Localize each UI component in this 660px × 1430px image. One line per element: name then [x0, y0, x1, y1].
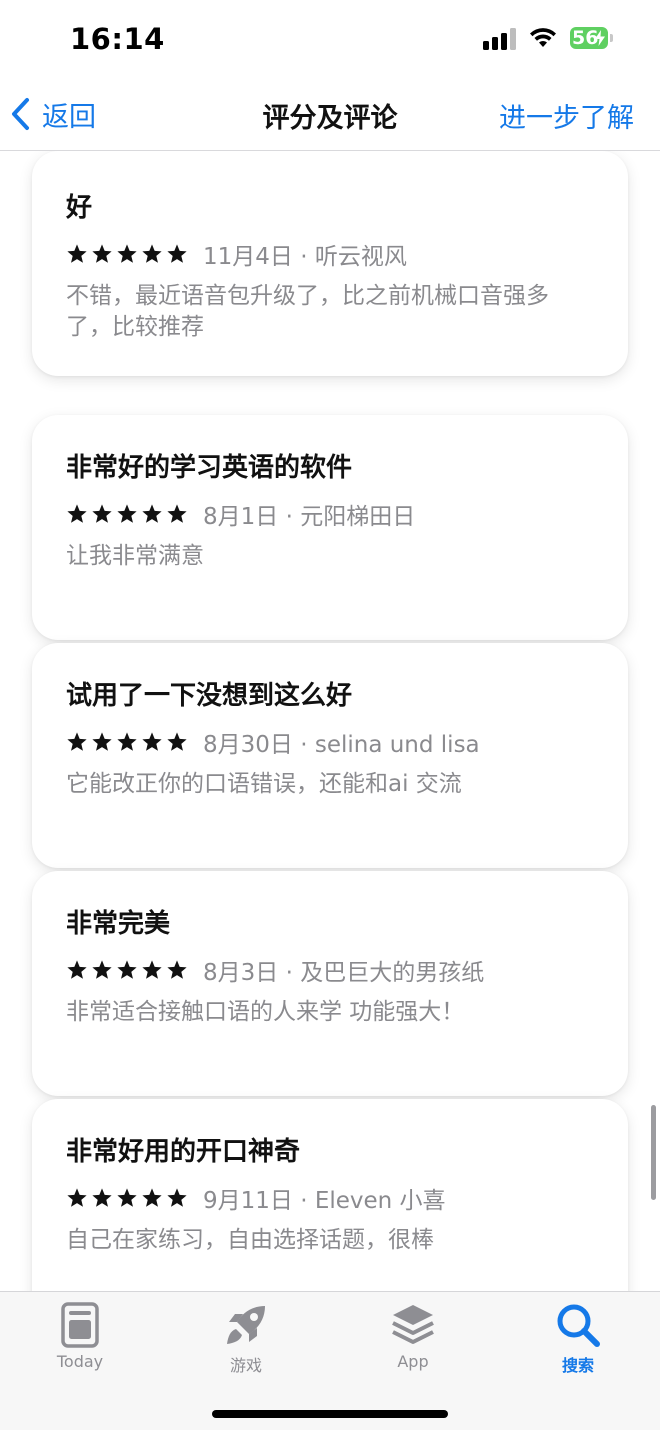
star-icon: [117, 960, 137, 979]
star-rating: [66, 1187, 191, 1209]
review-date-author: 8月30日 · selina und lisa: [203, 732, 480, 758]
tab-today[interactable]: Today: [20, 1302, 140, 1371]
star-icon: [92, 960, 112, 979]
star-icon: [92, 244, 112, 263]
review-body: 自己在家练习，自由选择话题，很棒: [66, 1227, 434, 1253]
status-time: 16:14: [70, 22, 165, 56]
tab-games[interactable]: 游戏: [186, 1302, 306, 1376]
status-bar: 16:14 56: [0, 0, 660, 80]
review-date-author: 8月3日 · 及巴巨大的男孩纸: [203, 960, 485, 986]
star-icon: [117, 732, 137, 751]
review-body: 让我非常满意: [66, 543, 204, 569]
app-stack-icon: [392, 1305, 434, 1344]
review-meta: 8月30日 · selina und lisa: [66, 725, 480, 759]
star-icon: [67, 244, 87, 263]
star-icon: [167, 244, 187, 263]
review-date-author: 8月1日 · 元阳梯田日: [203, 504, 416, 530]
review-meta: 8月1日 · 元阳梯田日: [66, 497, 415, 531]
review-body: 不错，最近语音包升级了，比之前机械口音强多了，比较推荐: [66, 283, 549, 340]
review-body: 它能改正你的口语错误，还能和ai 交流: [66, 771, 462, 797]
battery-icon: 56: [570, 27, 608, 49]
charging-bolt-icon: [595, 30, 605, 46]
star-icon: [167, 960, 187, 979]
tab-label: Today: [56, 1352, 104, 1371]
review-date-author: 11月4日 · 听云视风: [203, 244, 407, 270]
star-icon: [142, 732, 162, 751]
review-title: 好: [66, 193, 93, 223]
reviews-list[interactable]: 好 11月4日 · 听云视风 不错，最近语音包升级了，比之前机械口音强多了，比较…: [0, 151, 660, 1291]
star-icon: [117, 504, 137, 523]
star-icon: [167, 504, 187, 523]
star-icon: [67, 960, 87, 979]
star-rating: [66, 243, 191, 265]
star-rating: [66, 503, 191, 525]
navigation-bar: 返回 评分及评论 进一步了解: [0, 80, 660, 151]
star-icon: [92, 732, 112, 751]
today-icon: [61, 1302, 99, 1348]
wifi-icon: [530, 28, 556, 47]
review-title: 非常好的学习英语的软件: [66, 453, 353, 483]
review-date-author: 9月11日 · Eleven 小喜: [203, 1188, 446, 1214]
star-icon: [117, 244, 137, 263]
tab-label: 搜索: [561, 1356, 594, 1375]
review-meta: 11月4日 · 听云视风: [66, 237, 407, 271]
star-rating: [66, 959, 191, 981]
review-meta: 9月11日 · Eleven 小喜: [66, 1181, 446, 1215]
tab-apps[interactable]: App: [353, 1302, 473, 1371]
star-icon: [92, 504, 112, 523]
review-card[interactable]: 非常好用的开口神奇 9月11日 · Eleven 小喜 自己在家练习，自由选择话…: [32, 1099, 628, 1291]
star-icon: [142, 504, 162, 523]
star-icon: [92, 1188, 112, 1207]
star-icon: [67, 1188, 87, 1207]
star-icon: [67, 732, 87, 751]
review-title: 非常好用的开口神奇: [66, 1137, 301, 1167]
star-icon: [142, 244, 162, 263]
star-icon: [142, 1188, 162, 1207]
tab-label: App: [397, 1352, 429, 1371]
rocket-icon: [227, 1306, 265, 1344]
review-body: 非常适合接触口语的人来学 功能强大！: [66, 999, 465, 1025]
review-title: 试用了一下没想到这么好: [66, 681, 353, 711]
review-card[interactable]: 非常好的学习英语的软件 8月1日 · 元阳梯田日 让我非常满意: [32, 415, 628, 640]
star-icon: [67, 504, 87, 523]
search-icon: [557, 1304, 600, 1347]
review-card[interactable]: 非常完美 8月3日 · 及巴巨大的男孩纸 非常适合接触口语的人来学 功能强大！: [32, 871, 628, 1096]
star-icon: [167, 1188, 187, 1207]
review-card[interactable]: 试用了一下没想到这么好 8月30日 · selina und lisa 它能改正…: [32, 643, 628, 868]
scroll-indicator[interactable]: [651, 1105, 656, 1200]
cellular-signal-icon: [483, 28, 516, 50]
review-meta: 8月3日 · 及巴巨大的男孩纸: [66, 953, 484, 987]
home-indicator[interactable]: [212, 1410, 448, 1418]
review-card[interactable]: 好 11月4日 · 听云视风 不错，最近语音包升级了，比之前机械口音强多了，比较…: [32, 151, 628, 376]
star-icon: [167, 732, 187, 751]
star-icon: [142, 960, 162, 979]
tab-search[interactable]: 搜索: [518, 1302, 638, 1376]
learn-more-link[interactable]: 进一步了解: [499, 96, 634, 135]
battery-cap: [610, 34, 613, 42]
tab-label: 游戏: [229, 1356, 262, 1375]
star-rating: [66, 731, 191, 753]
star-icon: [117, 1188, 137, 1207]
review-title: 非常完美: [66, 909, 171, 939]
